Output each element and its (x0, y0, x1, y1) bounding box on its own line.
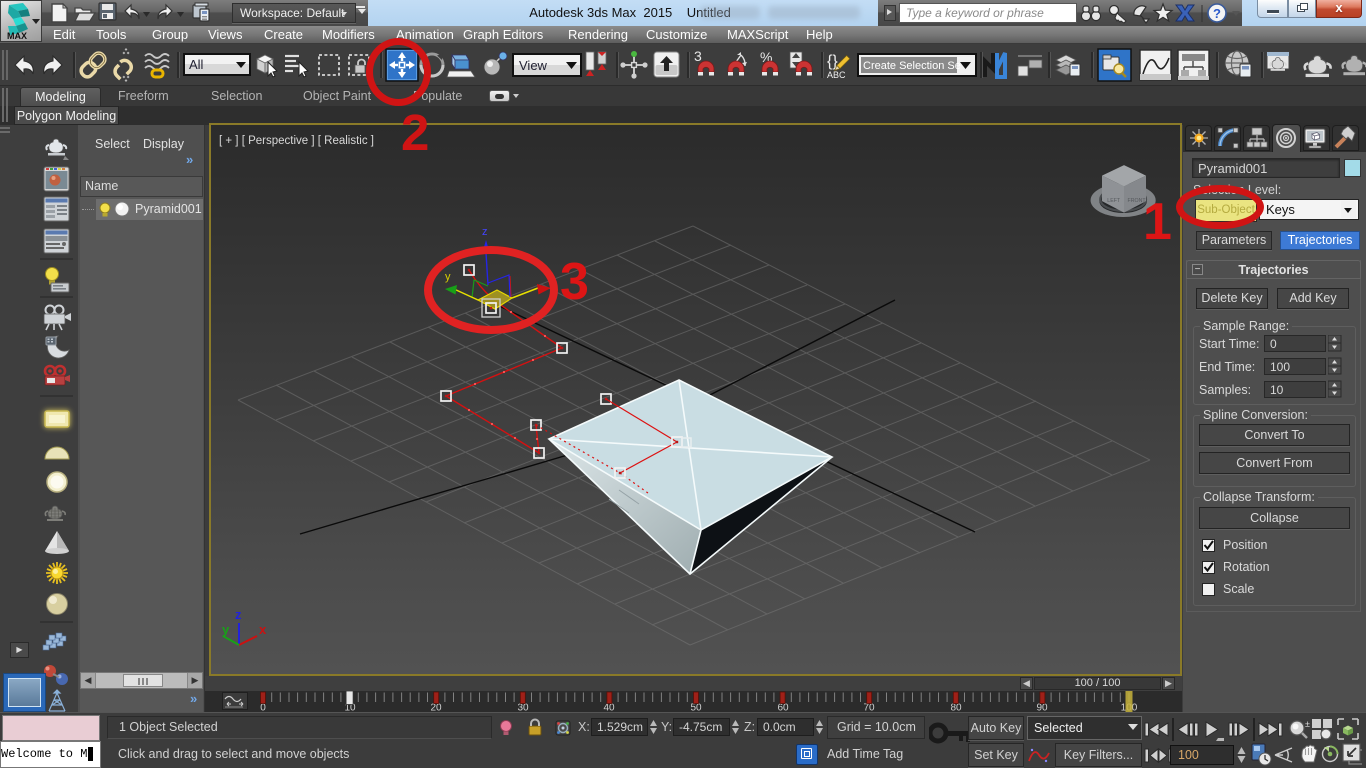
svg-text:70: 70 (863, 703, 875, 713)
svg-text:30: 30 (517, 703, 529, 713)
svg-text:80: 80 (950, 703, 962, 713)
svg-text:z: z (235, 607, 242, 622)
svg-text:All: All (189, 57, 204, 72)
svg-text:40: 40 (603, 703, 615, 713)
svg-text:z: z (482, 226, 488, 238)
svg-text:ABC: ABC (827, 70, 846, 80)
svg-text:LEFT: LEFT (1107, 198, 1121, 204)
svg-text:[ + ] [ Perspective ] [ Realis: [ + ] [ Perspective ] [ Realistic ] (219, 135, 374, 147)
svg-text:x: x (259, 622, 267, 637)
svg-text:3: 3 (694, 48, 702, 64)
svg-text:?: ? (1213, 6, 1221, 21)
svg-text:20: 20 (430, 703, 442, 713)
svg-text:y: y (222, 622, 230, 637)
svg-text:MAX: MAX (7, 31, 27, 41)
svg-text:50: 50 (690, 703, 702, 713)
svg-text:90: 90 (1036, 703, 1048, 713)
svg-text:Create Selection Se: Create Selection Se (863, 60, 961, 72)
svg-text:±: ± (1305, 719, 1310, 729)
svg-text:View: View (519, 58, 548, 73)
svg-text:0: 0 (260, 703, 266, 713)
svg-text:60: 60 (777, 703, 789, 713)
